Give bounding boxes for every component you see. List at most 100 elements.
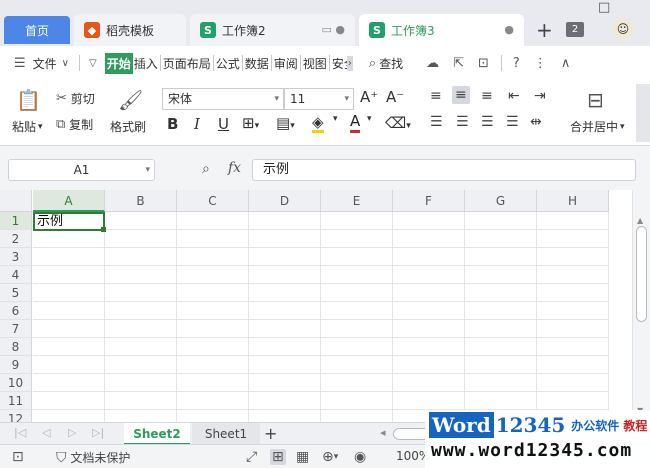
menu-tab-formula[interactable]: 公式 <box>215 55 241 72</box>
cell[interactable] <box>465 248 537 266</box>
cell[interactable] <box>177 410 249 422</box>
cell[interactable] <box>321 212 393 230</box>
bold-icon[interactable]: B <box>167 115 178 133</box>
cell[interactable] <box>249 374 321 392</box>
cell[interactable] <box>537 212 609 230</box>
name-box[interactable]: A1 ▾ <box>8 159 155 181</box>
align-left-icon[interactable]: ☰ <box>430 114 443 130</box>
scroll-left-icon[interactable]: ◂ <box>380 426 386 439</box>
cell[interactable] <box>465 302 537 320</box>
fill-handle[interactable] <box>101 227 106 232</box>
align-right-icon[interactable]: ☰ <box>481 114 494 130</box>
chevron-down-icon[interactable]: ▾ <box>333 114 338 124</box>
tab-doc2[interactable]: S 工作簿2 ▭ ● <box>190 14 355 46</box>
cell[interactable] <box>537 338 609 356</box>
column-header-e[interactable]: E <box>321 190 393 212</box>
cell[interactable] <box>249 320 321 338</box>
cell[interactable] <box>465 338 537 356</box>
cell[interactable] <box>321 392 393 410</box>
cell[interactable] <box>465 266 537 284</box>
cell[interactable] <box>105 266 177 284</box>
row-header-3[interactable]: 3 <box>0 248 32 266</box>
cell[interactable] <box>321 248 393 266</box>
cut-button[interactable]: ✂ 剪切 <box>56 90 95 107</box>
align-center-icon[interactable]: ☰ <box>456 114 469 130</box>
row-header-4[interactable]: 4 <box>0 266 32 284</box>
page-view-icon[interactable]: ▦ <box>296 449 309 465</box>
cell[interactable] <box>393 284 465 302</box>
cell[interactable] <box>33 302 105 320</box>
last-sheet-icon[interactable]: ▷| <box>92 426 104 439</box>
cloud-icon[interactable]: ☁ <box>426 56 439 71</box>
active-cell[interactable]: 示例 <box>33 212 106 232</box>
cell[interactable] <box>321 302 393 320</box>
row-header-2[interactable]: 2 <box>0 230 32 248</box>
tab-home[interactable]: 首页 <box>4 16 70 44</box>
eye-protect-icon[interactable]: ◉ <box>354 449 366 465</box>
fullscreen-icon[interactable]: ⤢ <box>246 449 257 465</box>
cell[interactable] <box>393 338 465 356</box>
menu-scroll-right-icon[interactable]: › <box>346 55 353 71</box>
cell[interactable] <box>105 374 177 392</box>
cell[interactable] <box>465 284 537 302</box>
cell[interactable] <box>537 230 609 248</box>
font-size-select[interactable]: 11 ▾ <box>284 88 354 110</box>
cell[interactable] <box>393 266 465 284</box>
zoom-search-icon[interactable]: ⌕ <box>202 161 210 177</box>
column-header-b[interactable]: B <box>105 190 177 212</box>
cell[interactable] <box>177 266 249 284</box>
align-bottom-icon[interactable]: ≡ <box>481 88 493 104</box>
cell[interactable] <box>249 410 321 422</box>
cell[interactable] <box>33 230 105 248</box>
cell[interactable] <box>321 374 393 392</box>
more-icon[interactable]: ⋮ <box>534 56 547 71</box>
avatar[interactable]: ☺ <box>612 18 634 40</box>
format-painter-button[interactable]: 格式刷 <box>110 118 146 135</box>
cell[interactable] <box>249 230 321 248</box>
quick-access-icon[interactable]: ▽ <box>89 58 97 69</box>
cell[interactable] <box>393 356 465 374</box>
tab-template[interactable]: ◆ 稻壳模板 <box>74 14 186 46</box>
fill-color-icon[interactable]: ◈ <box>312 114 324 133</box>
align-middle-icon[interactable]: ≡ <box>452 86 470 104</box>
cell[interactable] <box>33 266 105 284</box>
cell[interactable] <box>537 284 609 302</box>
help-icon[interactable]: ? <box>513 56 520 71</box>
menu-tab-security[interactable]: 安全 <box>331 55 347 72</box>
cell[interactable] <box>249 338 321 356</box>
cell[interactable] <box>249 248 321 266</box>
font-name-select[interactable]: 宋体 ▾ <box>162 88 284 110</box>
cell[interactable] <box>249 392 321 410</box>
row-header-8[interactable]: 8 <box>0 338 32 356</box>
cell[interactable] <box>537 320 609 338</box>
menu-tab-insert[interactable]: 插入 <box>133 55 159 72</box>
distributed-icon[interactable]: ⇹ <box>530 114 542 130</box>
column-header-c[interactable]: C <box>177 190 249 212</box>
column-header-d[interactable]: D <box>249 190 321 212</box>
search-button[interactable]: 查找 <box>378 55 404 72</box>
decrease-font-icon[interactable]: A⁻ <box>386 88 404 106</box>
cell[interactable] <box>321 230 393 248</box>
monitor-icon[interactable]: ▭ ● <box>322 23 346 36</box>
next-sheet-icon[interactable]: ▷ <box>68 426 76 439</box>
menu-file[interactable]: 文件 <box>32 55 58 72</box>
cell[interactable] <box>393 230 465 248</box>
column-header-g[interactable]: G <box>465 190 537 212</box>
font-color-icon[interactable]: A <box>350 112 361 133</box>
cell[interactable] <box>537 392 609 410</box>
cell[interactable] <box>177 392 249 410</box>
cell[interactable] <box>33 356 105 374</box>
cell[interactable] <box>177 212 249 230</box>
spreadsheet-grid[interactable]: ABCDEFGH 1 2 3 4 5 6 7 8 9 10 11 12 示例 <box>0 190 632 422</box>
cell[interactable] <box>465 320 537 338</box>
cell[interactable] <box>465 212 537 230</box>
cell[interactable] <box>321 284 393 302</box>
vertical-scrollbar[interactable]: ▲ ▼ <box>632 190 650 422</box>
chevron-down-icon[interactable]: ▾ <box>367 114 372 124</box>
row-header-5[interactable]: 5 <box>0 284 32 302</box>
cell[interactable] <box>393 320 465 338</box>
merge-center-icon[interactable]: ⊟ <box>587 88 604 112</box>
merge-center-button[interactable]: 合并居中 ▾ <box>570 118 625 135</box>
normal-view-icon[interactable]: ⊞ <box>270 449 286 465</box>
chevron-down-icon[interactable]: ∨ <box>62 58 69 69</box>
